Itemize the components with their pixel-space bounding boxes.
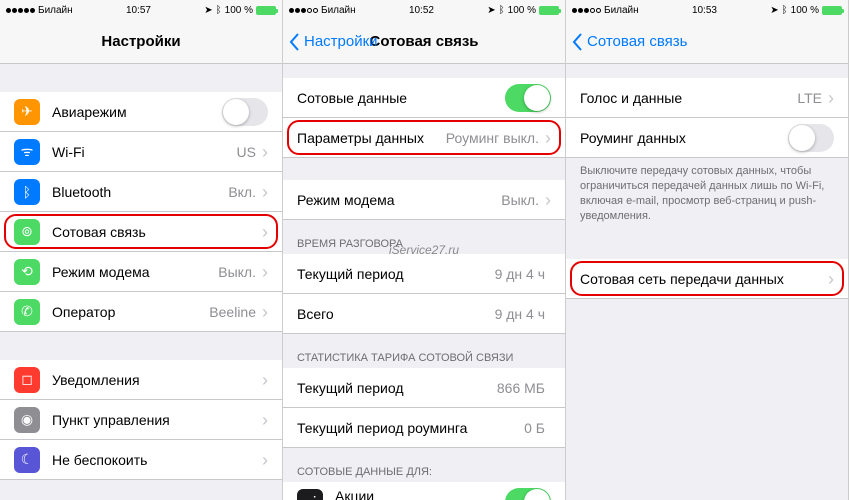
row-current-period: Текущий период 9 дн 4 ч [283,254,565,294]
chevron-right-icon: › [828,270,834,288]
section-header-calltime: ВРЕМЯ РАЗГОВОРА [283,220,565,254]
nav-title: Настройки [0,33,282,50]
clock: 10:53 [692,5,717,16]
battery-percent: 100 % [225,5,253,16]
nav-bar: Настройки Сотовая связь [283,20,565,64]
cellular-screen: Билайн 10:52 ➤ ᛒ 100 % Настройки Сотовая… [283,0,566,500]
row-voice-data[interactable]: Голос и данные LTE › [566,78,848,118]
location-icon: ➤ [204,5,212,16]
row-hotspot[interactable]: Режим модема Выкл. › [283,180,565,220]
signal-icon [572,8,601,13]
battery-percent: 100 % [508,5,536,16]
status-bar: Билайн 10:53 ➤ ᛒ 100 % [566,0,848,20]
section-header-stats: СТАТИСТИКА ТАРИФА СОТОВОЙ СВЯЗИ [283,334,565,368]
data-options-list[interactable]: Голос и данные LTE › Роуминг данных Выкл… [566,64,848,500]
row-data-roaming: Текущий период роуминга 0 Б [283,408,565,448]
bluetooth-icon: ᛒ [782,5,788,16]
row-wifi[interactable]: ᯤ Wi-Fi US › [0,132,282,172]
phone-icon: ✆ [14,299,40,325]
chevron-right-icon: › [262,183,268,201]
location-icon: ➤ [487,5,495,16]
airplane-icon: ✈ [14,99,40,125]
row-dnd[interactable]: ☾ Не беспокоить › [0,440,282,480]
chevron-right-icon: › [262,143,268,161]
chevron-right-icon: › [262,223,268,241]
row-hotspot[interactable]: ⟲ Режим модема Выкл. › [0,252,282,292]
cellular-icon: ⊚ [14,219,40,245]
chevron-right-icon: › [262,371,268,389]
row-carrier[interactable]: ✆ Оператор Beeline › [0,292,282,332]
data-roaming-toggle[interactable] [788,124,834,152]
carrier-label: Билайн [604,5,639,16]
signal-icon [289,8,318,13]
row-data-options[interactable]: Параметры данных Роуминг выкл. › [283,118,565,158]
signal-icon [6,8,35,13]
back-button[interactable]: Сотовая связь [566,33,687,51]
back-button[interactable]: Настройки [283,33,378,51]
row-cell-network[interactable]: Сотовая сеть передачи данных › [566,259,848,299]
chevron-right-icon: › [828,89,834,107]
bluetooth-icon: ᛒ [216,5,222,16]
roaming-footer: Выключите передачу сотовых данных, чтобы… [566,158,848,229]
settings-list[interactable]: ✈ Авиарежим ᯤ Wi-Fi US › ᛒ Bluetooth Вкл… [0,64,282,500]
moon-icon: ☾ [14,447,40,473]
row-notifications[interactable]: ◻ Уведомления › [0,360,282,400]
nav-bar: Сотовая связь [566,20,848,64]
row-lifetime: Всего 9 дн 4 ч [283,294,565,334]
chevron-left-icon [289,33,300,51]
clock: 10:52 [409,5,434,16]
carrier-label: Билайн [38,5,73,16]
row-app-stocks[interactable]: ⋰ Акции 22,3 КБ [283,482,565,500]
row-data-current: Текущий период 866 МБ [283,368,565,408]
battery-icon [822,6,842,15]
cellular-list[interactable]: Сотовые данные Параметры данных Роуминг … [283,64,565,500]
battery-icon [539,6,559,15]
chevron-right-icon: › [262,263,268,281]
clock: 10:57 [126,5,151,16]
chevron-right-icon: › [262,411,268,429]
row-cellular-data[interactable]: Сотовые данные [283,78,565,118]
battery-icon [256,6,276,15]
carrier-label: Билайн [321,5,356,16]
notifications-icon: ◻ [14,367,40,393]
status-bar: Билайн 10:57 ➤ ᛒ 100 % [0,0,282,20]
chevron-right-icon: › [262,303,268,321]
bluetooth-icon: ᛒ [499,5,505,16]
row-cellular[interactable]: ⊚ Сотовая связь › [0,212,282,252]
data-options-screen: Билайн 10:53 ➤ ᛒ 100 % Сотовая связь Гол… [566,0,849,500]
chevron-right-icon: › [545,191,551,209]
nav-bar: Настройки [0,20,282,64]
stocks-icon: ⋰ [297,489,323,500]
row-bluetooth[interactable]: ᛒ Bluetooth Вкл. › [0,172,282,212]
bluetooth-icon: ᛒ [14,179,40,205]
control-center-icon: ◉ [14,407,40,433]
chevron-right-icon: › [262,451,268,469]
settings-root-screen: Билайн 10:57 ➤ ᛒ 100 % Настройки ✈ Авиар… [0,0,283,500]
chevron-left-icon [572,33,583,51]
hotspot-icon: ⟲ [14,259,40,285]
chevron-right-icon: › [545,129,551,147]
row-data-roaming[interactable]: Роуминг данных [566,118,848,158]
status-bar: Билайн 10:52 ➤ ᛒ 100 % [283,0,565,20]
location-icon: ➤ [770,5,778,16]
cellular-data-toggle[interactable] [505,84,551,112]
row-airplane[interactable]: ✈ Авиарежим [0,92,282,132]
airplane-toggle[interactable] [222,98,268,126]
section-header-apps: СОТОВЫЕ ДАННЫЕ ДЛЯ: [283,448,565,482]
row-control-center[interactable]: ◉ Пункт управления › [0,400,282,440]
wifi-icon: ᯤ [14,139,40,165]
battery-percent: 100 % [791,5,819,16]
app-stocks-toggle[interactable] [505,488,551,500]
